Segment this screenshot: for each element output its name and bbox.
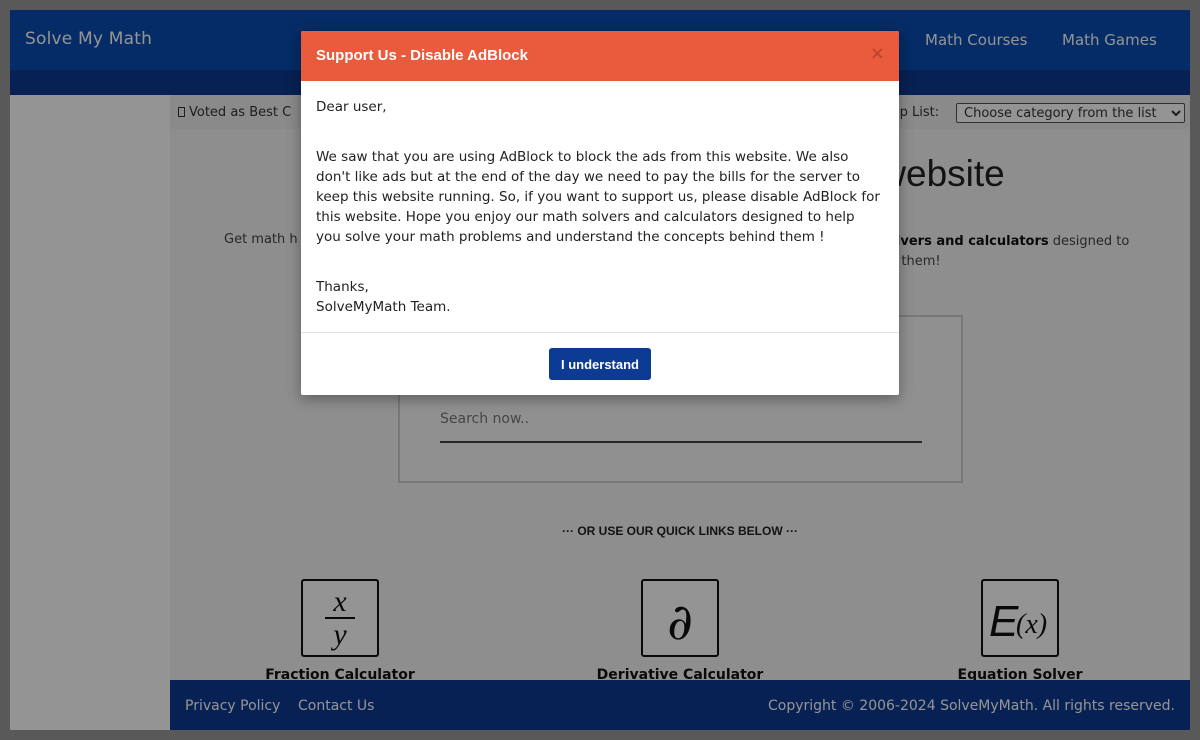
i-understand-button[interactable]: I understand: [549, 348, 651, 380]
modal-signature: SolveMyMath Team.: [316, 299, 451, 315]
adblock-modal: Support Us - Disable AdBlock × Dear user…: [301, 31, 899, 395]
modal-divider: [301, 332, 899, 333]
modal-message: We saw that you are using AdBlock to blo…: [316, 149, 880, 245]
modal-title: Support Us - Disable AdBlock: [316, 47, 528, 64]
modal-greeting: Dear user,: [316, 99, 387, 115]
modal-header: Support Us - Disable AdBlock ×: [301, 31, 899, 81]
close-icon[interactable]: ×: [870, 45, 885, 63]
modal-thanks: Thanks,: [316, 279, 369, 295]
modal-body: Dear user, We saw that you are using AdB…: [316, 97, 881, 317]
